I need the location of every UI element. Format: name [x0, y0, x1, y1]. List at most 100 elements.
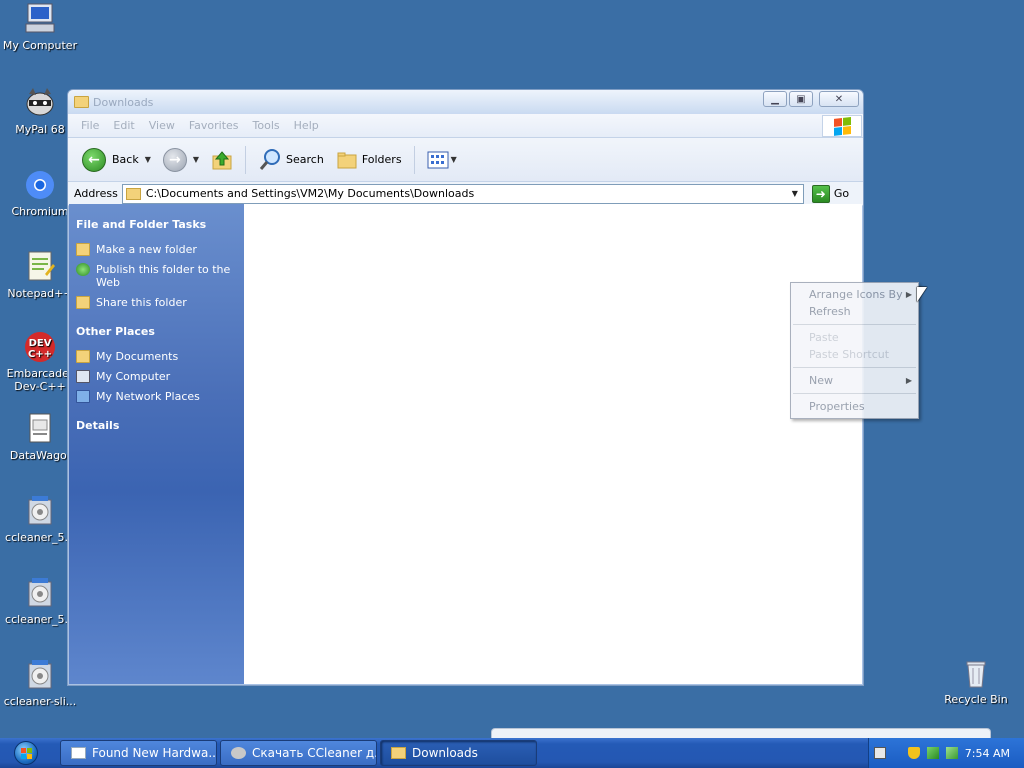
- search-button[interactable]: Search: [254, 145, 328, 175]
- windows-logo-icon: [822, 115, 862, 137]
- place-label: My Network Places: [96, 390, 200, 403]
- maximize-button[interactable]: ▣: [789, 91, 813, 107]
- toolbar: ← Back ▼ → ▼ Search Folders ▼: [68, 138, 863, 182]
- details-title[interactable]: Details: [76, 419, 237, 432]
- go-label: Go: [833, 187, 850, 200]
- chevron-down-icon[interactable]: ▼: [193, 155, 199, 164]
- globe-icon: [76, 263, 90, 276]
- place-my-network-places[interactable]: My Network Places: [76, 390, 237, 403]
- place-my-computer[interactable]: My Computer: [76, 370, 237, 383]
- taskbar-button-label: Found New Hardwa...: [92, 746, 217, 760]
- menu-item-new[interactable]: New ▶: [791, 372, 918, 389]
- my-documents-icon: [76, 350, 90, 363]
- other-places-title[interactable]: Other Places: [76, 325, 237, 338]
- up-button[interactable]: [207, 145, 237, 175]
- taskbar-button-found-new-hardware[interactable]: Found New Hardwa...: [60, 740, 217, 766]
- menu-separator: [793, 324, 916, 325]
- address-input[interactable]: C:\Documents and Settings\VM2\My Documen…: [121, 183, 804, 204]
- taskbar-buttons: Found New Hardwa... Скачать CCleaner д..…: [60, 740, 537, 766]
- menu-tools[interactable]: Tools: [246, 119, 287, 132]
- menu-item-paste: Paste: [791, 329, 918, 346]
- task-share-folder[interactable]: Share this folder: [76, 296, 237, 309]
- minimize-button[interactable]: ▁: [763, 91, 787, 107]
- menu-view[interactable]: View: [142, 119, 182, 132]
- task-make-new-folder[interactable]: Make a new folder: [76, 243, 237, 256]
- forward-button[interactable]: → ▼: [159, 145, 203, 175]
- desktop-icon-label: Recycle Bin: [944, 693, 1008, 706]
- window-icon: [71, 747, 86, 759]
- place-my-documents[interactable]: My Documents: [76, 350, 237, 363]
- my-computer-icon: [23, 2, 57, 36]
- menu-item-properties[interactable]: Properties: [791, 398, 918, 415]
- file-list-pane[interactable]: [244, 204, 862, 684]
- desktop-icon-recycle-bin[interactable]: Recycle Bin: [936, 656, 1016, 706]
- chevron-down-icon[interactable]: ▼: [787, 185, 803, 203]
- chevron-down-icon[interactable]: ▼: [451, 155, 457, 164]
- share-folder-icon: [76, 296, 90, 309]
- menu-bar: File Edit View Favorites Tools Help: [68, 114, 863, 138]
- address-label: Address: [74, 187, 118, 200]
- network-icon[interactable]: [926, 747, 939, 759]
- security-shield-icon[interactable]: [907, 747, 920, 759]
- windows-orb-icon: [14, 741, 38, 765]
- menu-item-label: Arrange Icons By: [809, 288, 903, 301]
- task-publish-folder[interactable]: Publish this folder to the Web: [76, 263, 237, 289]
- views-button[interactable]: ▼: [423, 145, 461, 175]
- desktop-icon-my-computer[interactable]: My Computer: [0, 2, 80, 52]
- submenu-arrow-icon: ▶: [905, 376, 912, 385]
- search-label: Search: [286, 153, 324, 166]
- go-button[interactable]: ➜ Go: [811, 184, 850, 203]
- new-folder-icon: [76, 243, 90, 256]
- back-label: Back: [112, 153, 139, 166]
- desktop-icon-label: ccleaner-sli...: [3, 695, 77, 708]
- svg-text:DEV: DEV: [29, 338, 52, 349]
- search-icon: [259, 148, 281, 170]
- my-computer-icon: [76, 370, 90, 383]
- file-folder-tasks: File and Folder Tasks Make a new folder …: [76, 218, 237, 309]
- start-button[interactable]: [0, 738, 52, 768]
- clock[interactable]: 7:54 AM: [965, 747, 1010, 760]
- folder-icon: [125, 187, 141, 200]
- document-icon: [23, 412, 57, 446]
- explorer-window: Downloads ▁ ▣ ✕ File Edit View Favorites…: [67, 89, 864, 686]
- menu-edit[interactable]: Edit: [106, 119, 141, 132]
- taskbar-button-label: Downloads: [412, 746, 478, 760]
- window-content: File and Folder Tasks Make a new folder …: [69, 204, 862, 684]
- taskbar: Found New Hardwa... Скачать CCleaner д..…: [0, 738, 1024, 768]
- menu-file[interactable]: File: [74, 119, 106, 132]
- menu-favorites[interactable]: Favorites: [182, 119, 246, 132]
- mouse-cursor-icon: [917, 287, 927, 302]
- installer-icon: [23, 494, 57, 528]
- taskbar-button-ccleaner-browser[interactable]: Скачать CCleaner д...: [220, 740, 377, 766]
- notification-balloon[interactable]: [491, 728, 991, 738]
- folder-icon: [391, 747, 406, 759]
- devcpp-icon: DEV C++: [23, 330, 57, 364]
- details: Details: [76, 419, 237, 432]
- keyboard-icon[interactable]: [873, 747, 886, 759]
- menu-item-refresh[interactable]: Refresh: [791, 303, 918, 320]
- tasks-pane: File and Folder Tasks Make a new folder …: [69, 204, 244, 684]
- svg-text:C++: C++: [28, 349, 52, 360]
- other-places: Other Places My Documents My Computer My…: [76, 325, 237, 403]
- address-value: C:\Documents and Settings\VM2\My Documen…: [145, 187, 475, 200]
- menu-help[interactable]: Help: [287, 119, 326, 132]
- back-button[interactable]: ← Back ▼: [78, 145, 155, 175]
- folders-icon: [337, 152, 357, 168]
- menu-item-label: Refresh: [809, 305, 851, 318]
- taskbar-button-downloads[interactable]: Downloads: [380, 740, 537, 766]
- file-folder-tasks-title[interactable]: File and Folder Tasks: [76, 218, 237, 231]
- close-button[interactable]: ✕: [819, 91, 859, 107]
- address-bar: Address C:\Documents and Settings\VM2\My…: [68, 182, 863, 206]
- folder-up-icon: [212, 150, 232, 169]
- recycle-bin-icon: [959, 656, 993, 690]
- window-title: Downloads: [93, 95, 154, 109]
- menu-item-arrange-icons-by[interactable]: Arrange Icons By ▶: [791, 286, 918, 303]
- taskbar-button-label: Скачать CCleaner д...: [252, 746, 377, 760]
- safely-remove-icon[interactable]: [945, 747, 958, 759]
- title-bar[interactable]: Downloads ▁ ▣ ✕: [68, 90, 863, 114]
- folders-button[interactable]: Folders: [332, 145, 406, 175]
- chevron-down-icon[interactable]: ▼: [145, 155, 151, 164]
- task-label: Publish this folder to the Web: [96, 263, 231, 289]
- menu-separator: [793, 393, 916, 394]
- raccoon-icon: [23, 86, 57, 120]
